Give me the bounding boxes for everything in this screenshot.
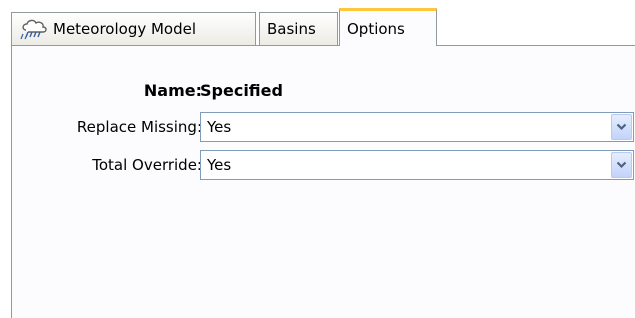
tab-options-label: Options bbox=[347, 19, 405, 38]
total-override-select[interactable]: Yes bbox=[200, 150, 634, 180]
tab-meteorology-model-label: Meteorology Model bbox=[53, 20, 197, 38]
name-label: Name: bbox=[143, 81, 202, 100]
tab-meteorology-model[interactable]: Meteorology Model bbox=[11, 12, 256, 45]
total-override-dropdown-button[interactable] bbox=[611, 152, 632, 178]
replace-missing-dropdown-button[interactable] bbox=[611, 114, 632, 140]
tab-strip: Meteorology Model Basins Options bbox=[11, 8, 635, 46]
chevron-down-icon bbox=[616, 161, 627, 169]
name-value: Specified bbox=[200, 81, 283, 100]
options-panel: Name: Specified Replace Missing: Yes Tot… bbox=[11, 46, 635, 318]
total-override-label: Total Override: bbox=[92, 156, 202, 174]
tab-basins[interactable]: Basins bbox=[259, 12, 338, 45]
replace-missing-label: Replace Missing: bbox=[76, 118, 202, 136]
replace-missing-select[interactable]: Yes bbox=[200, 112, 634, 142]
chevron-down-icon bbox=[616, 123, 627, 131]
replace-missing-value: Yes bbox=[207, 118, 232, 136]
total-override-value: Yes bbox=[207, 156, 232, 174]
options-editor: Meteorology Model Basins Options Name: S… bbox=[0, 0, 635, 318]
weather-cloud-icon bbox=[19, 18, 49, 40]
tab-options[interactable]: Options bbox=[339, 8, 437, 46]
tab-basins-label: Basins bbox=[267, 20, 316, 38]
